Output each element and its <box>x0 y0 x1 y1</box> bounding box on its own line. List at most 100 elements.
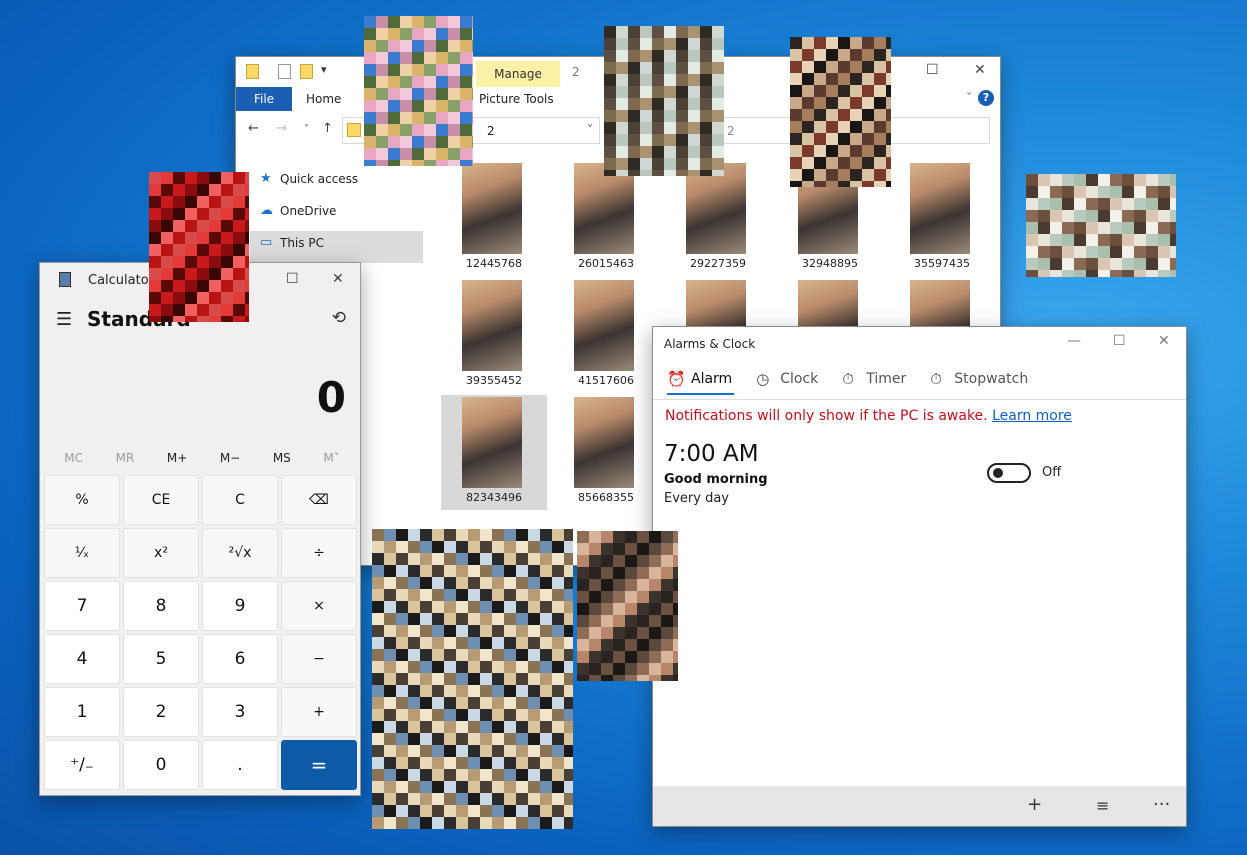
divide-button[interactable]: ÷ <box>281 528 357 578</box>
alarm-toggle[interactable] <box>987 463 1031 483</box>
folder-icon <box>347 123 361 137</box>
memory-recall-button[interactable]: MR <box>116 451 135 465</box>
maximize-icon[interactable]: ☐ <box>926 62 939 78</box>
digit-4-button[interactable]: 4 <box>44 634 120 684</box>
negate-button[interactable]: ⁺/₋ <box>44 740 120 790</box>
pixelated-photo <box>372 529 573 829</box>
file-thumbnail[interactable]: 39355452 <box>441 278 547 393</box>
percent-button[interactable]: % <box>44 475 120 525</box>
nav-item-onedrive[interactable]: ☁ OneDrive <box>250 199 423 231</box>
recent-locations-icon[interactable]: ˅ <box>304 124 309 135</box>
expand-ribbon-icon[interactable]: ˅ <box>966 91 972 105</box>
memory-add-button[interactable]: M+ <box>167 451 187 465</box>
equals-button[interactable]: = <box>281 740 357 790</box>
timer-icon: ⏱ <box>842 370 854 388</box>
alarm-time[interactable]: 7:00 AM <box>664 441 759 467</box>
alarm-name: Good morning <box>664 472 768 487</box>
file-thumbnail[interactable]: 12445768 <box>441 161 547 276</box>
manage-tab[interactable]: Manage <box>476 61 560 87</box>
star-pin-icon: ★ <box>260 171 272 186</box>
clear-entry-button[interactable]: CE <box>123 475 199 525</box>
thumbnail-image <box>910 163 970 254</box>
square-root-button[interactable]: ²√x <box>202 528 278 578</box>
tab-file[interactable]: File <box>236 87 292 111</box>
multiply-button[interactable]: × <box>281 581 357 631</box>
file-thumbnail[interactable]: 85668355 <box>553 395 659 510</box>
memory-list-button[interactable]: M˅ <box>323 451 339 465</box>
square-button[interactable]: x² <box>123 528 199 578</box>
history-icon[interactable]: ⟲ <box>332 308 346 328</box>
folder-icon[interactable] <box>246 64 259 79</box>
menu-icon[interactable]: ☰ <box>56 309 72 330</box>
thumbnail-image <box>574 163 634 254</box>
subtract-button[interactable]: − <box>281 634 357 684</box>
close-icon[interactable]: ✕ <box>974 62 986 78</box>
tab-clock[interactable]: ◷ Clock <box>756 370 820 393</box>
back-icon[interactable]: ← <box>248 121 259 136</box>
digit-8-button[interactable]: 8 <box>123 581 199 631</box>
add-button[interactable]: + <box>281 687 357 737</box>
thumbnail-image <box>462 397 522 488</box>
address-path: 2 <box>487 124 495 138</box>
pixelated-photo <box>577 531 678 681</box>
tab-home[interactable]: Home <box>306 92 341 106</box>
tab-picture-tools[interactable]: Picture Tools <box>479 92 554 106</box>
file-thumbnail[interactable]: 29227359 <box>665 161 771 276</box>
memory-store-button[interactable]: MS <box>273 451 291 465</box>
digit-7-button[interactable]: 7 <box>44 581 120 631</box>
thumbnail-image <box>574 397 634 488</box>
memory-subtract-button[interactable]: M− <box>220 451 240 465</box>
pixelated-photo <box>364 16 473 166</box>
new-folder-icon[interactable] <box>300 64 313 79</box>
nav-item-quick-access[interactable]: ★ Quick access <box>250 167 423 199</box>
decimal-button[interactable]: . <box>202 740 278 790</box>
close-icon[interactable]: ✕ <box>332 271 344 287</box>
more-options-icon[interactable]: ··· <box>1153 794 1170 815</box>
help-icon[interactable]: ? <box>978 90 994 106</box>
alarm-repeat: Every day <box>664 491 729 506</box>
clear-button[interactable]: C <box>202 475 278 525</box>
pixelated-photo <box>790 37 891 187</box>
memory-row: MC MR M+ M− MS M˅ <box>48 451 356 465</box>
digit-6-button[interactable]: 6 <box>202 634 278 684</box>
learn-more-link[interactable]: Learn more <box>992 408 1072 424</box>
maximize-icon[interactable]: ☐ <box>1113 333 1126 349</box>
forward-icon[interactable]: → <box>276 121 287 136</box>
up-icon[interactable]: ↑ <box>322 121 333 136</box>
file-thumbnail[interactable]: 41517606 <box>553 278 659 393</box>
window-title: Calculator <box>88 273 155 288</box>
nav-item-label: Quick access <box>280 172 359 186</box>
digit-5-button[interactable]: 5 <box>123 634 199 684</box>
maximize-icon[interactable]: ☐ <box>286 271 299 287</box>
reciprocal-button[interactable]: ¹⁄ₓ <box>44 528 120 578</box>
memory-clear-button[interactable]: MC <box>64 451 83 465</box>
thumbnail-image <box>686 163 746 254</box>
properties-icon[interactable] <box>278 64 291 79</box>
add-alarm-button[interactable]: + <box>1027 794 1042 815</box>
nav-item-this-pc[interactable]: ▭ This PC <box>250 231 423 263</box>
chevron-down-icon[interactable]: ˅ <box>587 123 593 137</box>
tab-stopwatch[interactable]: ⏱ Stopwatch <box>930 370 1030 393</box>
file-thumbnail[interactable]: 82343496 <box>441 395 547 510</box>
file-thumbnail[interactable]: 35597435 <box>889 161 995 276</box>
digit-3-button[interactable]: 3 <box>202 687 278 737</box>
customize-toolbar-icon[interactable]: ▾ <box>321 63 327 76</box>
file-thumbnail[interactable]: 26015463 <box>553 161 659 276</box>
digit-2-button[interactable]: 2 <box>123 687 199 737</box>
select-alarms-icon[interactable]: ≡ <box>1096 796 1109 815</box>
minimize-icon[interactable]: — <box>1067 333 1081 349</box>
tab-label: Clock <box>780 371 819 387</box>
digit-0-button[interactable]: 0 <box>123 740 199 790</box>
close-icon[interactable]: ✕ <box>1158 333 1170 349</box>
digit-1-button[interactable]: 1 <box>44 687 120 737</box>
tab-timer[interactable]: ⏱ Timer <box>842 370 908 393</box>
digit-9-button[interactable]: 9 <box>202 581 278 631</box>
search-placeholder: 2 <box>727 124 735 138</box>
result-display: 0 <box>316 373 346 422</box>
pixelated-photo <box>604 26 724 176</box>
backspace-button[interactable]: ⌫ <box>281 475 357 525</box>
thumbnail-image <box>462 163 522 254</box>
tab-alarm[interactable]: ⏰ Alarm <box>667 370 735 395</box>
file-name: 26015463 <box>578 257 634 270</box>
nav-item-label: OneDrive <box>280 204 337 218</box>
